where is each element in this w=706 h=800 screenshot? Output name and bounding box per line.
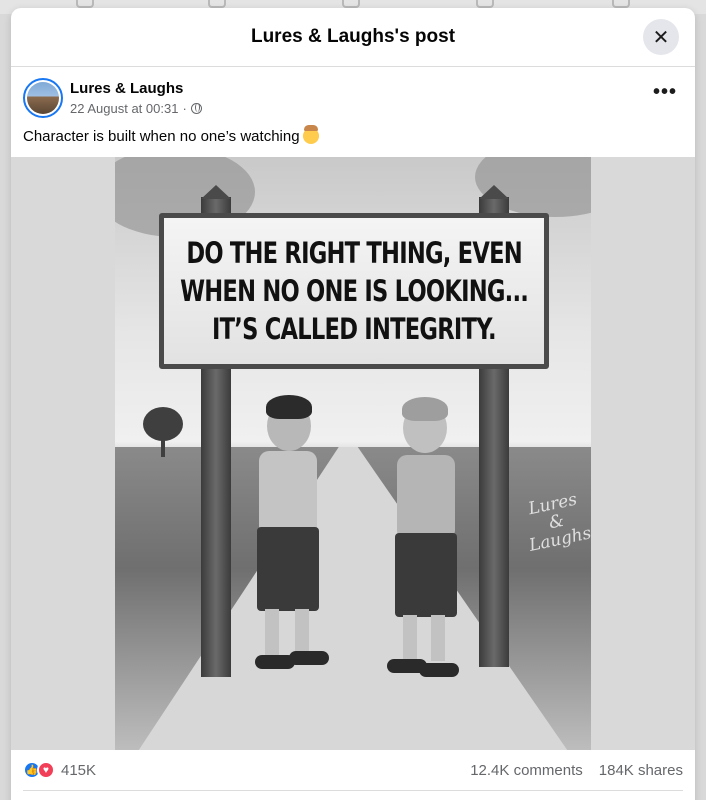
shoe-shape — [419, 663, 459, 677]
friends-icon — [208, 0, 226, 8]
leg-shape — [265, 609, 279, 655]
marketplace-icon — [476, 0, 494, 8]
sign-line: WHEN NO ONE IS LOOKING... — [179, 274, 529, 308]
groups-icon — [612, 0, 630, 8]
reactions-summary[interactable]: 👍 ♥ 415K — [23, 761, 96, 779]
leg-shape — [403, 615, 417, 661]
post-meta: 22 August at 00:31 · — [70, 101, 202, 116]
shares-count-link[interactable]: 184K shares — [599, 762, 683, 779]
caption-text: Character is built when no one’s watchin… — [23, 128, 300, 145]
post-header: Lures & Laughs 22 August at 00:31 · ••• … — [11, 67, 695, 157]
engagement-counts: 12.4K comments 184K shares — [470, 762, 683, 779]
post-media[interactable]: DO THE RIGHT THING, EVEN WHEN NO ONE IS … — [11, 157, 695, 750]
avatar-image — [27, 82, 59, 114]
post-image[interactable]: DO THE RIGHT THING, EVEN WHEN NO ONE IS … — [115, 157, 591, 750]
leg-shape — [295, 609, 309, 655]
tree-shape — [143, 407, 183, 441]
post-stats-bar: 👍 ♥ 415K 12.4K comments 184K shares — [11, 750, 695, 790]
cowboy-face-emoji-icon — [302, 125, 319, 144]
meta-separator: · — [182, 101, 187, 116]
wooden-sign: DO THE RIGHT THING, EVEN WHEN NO ONE IS … — [159, 213, 549, 369]
close-button[interactable]: ✕ — [643, 19, 679, 55]
avatar[interactable] — [23, 78, 63, 118]
more-options-button[interactable]: ••• — [653, 82, 677, 102]
right-post-cap — [479, 185, 509, 199]
hair-shape — [402, 397, 448, 421]
sign-line: IT’S CALLED INTEGRITY. — [212, 312, 497, 346]
close-icon: ✕ — [652, 26, 670, 49]
love-icon: ♥ — [37, 761, 55, 779]
shirt-shape — [259, 451, 317, 531]
shoe-shape — [289, 651, 329, 665]
reaction-count[interactable]: 415K — [61, 762, 96, 779]
post-modal: Lures & Laughs's post ✕ Lures & Laughs 2… — [11, 8, 695, 800]
post-timestamp[interactable]: 22 August at 00:31 — [70, 101, 178, 116]
stats-divider — [23, 790, 683, 791]
globe-icon — [190, 103, 202, 114]
left-boy-figure — [255, 393, 335, 713]
modal-header: Lures & Laughs's post ✕ — [11, 8, 695, 67]
modal-title: Lures & Laughs's post — [250, 26, 456, 47]
video-icon — [342, 0, 360, 8]
comments-count-link[interactable]: 12.4K comments — [470, 762, 583, 779]
post-caption: Character is built when no one’s watchin… — [23, 125, 319, 145]
left-post-cap — [201, 185, 231, 199]
image-watermark: Lures & Laughs — [520, 489, 591, 556]
shorts-shape — [395, 533, 457, 617]
leg-shape — [431, 615, 445, 661]
page-name-link[interactable]: Lures & Laughs — [70, 80, 183, 97]
shorts-shape — [257, 527, 319, 611]
shirt-shape — [397, 455, 455, 535]
hair-shape — [266, 395, 312, 419]
sign-line: DO THE RIGHT THING, EVEN — [186, 236, 522, 270]
right-boy-figure — [385, 393, 465, 713]
home-icon — [76, 0, 94, 8]
